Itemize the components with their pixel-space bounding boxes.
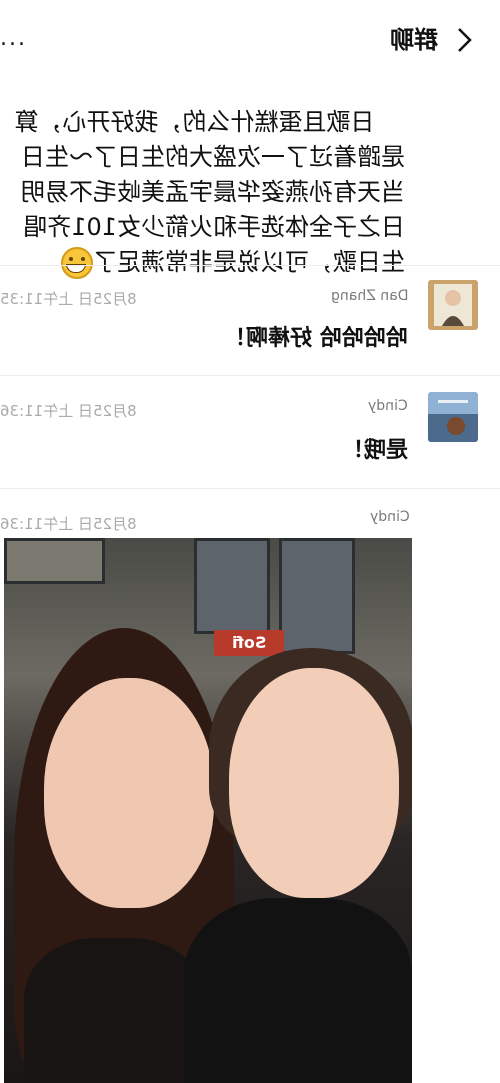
window — [194, 538, 270, 634]
avatar-photo — [428, 392, 478, 442]
sender-name: Dan Zhang — [330, 288, 409, 304]
message-row: Dan Zhang 8月25日 上午11:35 哈哈哈哈 好棒啊！ — [0, 280, 500, 380]
message-text: 日歌且蛋糕什么的，我好开心，算是蹭着过了一次盛大的生日了～生日当天有孙燕姿华晨宇… — [0, 70, 405, 315]
sender-name: Cindy — [370, 509, 410, 525]
message-text: 哈哈哈哈 好棒啊！ — [224, 326, 408, 351]
avatar-photo — [428, 280, 478, 330]
divider — [0, 265, 500, 266]
message-row: Cindy 8月25日 上午11:36 — [0, 505, 500, 535]
person-right-face — [229, 668, 399, 898]
avatar[interactable] — [428, 392, 478, 442]
chevron-left-icon — [458, 28, 472, 52]
window — [4, 538, 105, 584]
divider — [0, 375, 500, 376]
message-time: 8月25日 上午11:36 — [0, 402, 137, 420]
window — [279, 538, 355, 654]
grin-emoji-icon — [61, 247, 93, 279]
avatar[interactable] — [428, 280, 478, 330]
store-sign: Sofi — [214, 630, 284, 656]
chat-title: 群聊 — [390, 26, 438, 54]
message-text: 是哦！ — [341, 438, 408, 463]
divider — [0, 488, 500, 489]
shared-photo[interactable]: Sofi — [4, 538, 412, 1083]
more-button[interactable]: ... — [0, 28, 32, 52]
message-row: Cindy 8月25日 上午11:36 是哦！ — [0, 392, 500, 492]
message-time: 8月25日 上午11:35 — [0, 290, 137, 308]
back-button[interactable] — [452, 26, 476, 54]
chat-header: ... 群聊 — [0, 0, 500, 70]
person-right-shirt — [184, 898, 412, 1083]
sender-name: Cindy — [368, 398, 408, 414]
message-time: 8月25日 上午11:36 — [0, 515, 137, 533]
message-bubble: 日歌且蛋糕什么的，我好开心，算是蹭着过了一次盛大的生日了～生日当天有孙燕姿华晨宇… — [0, 70, 415, 279]
person-left-shirt — [24, 938, 204, 1083]
person-left-face — [44, 678, 214, 908]
